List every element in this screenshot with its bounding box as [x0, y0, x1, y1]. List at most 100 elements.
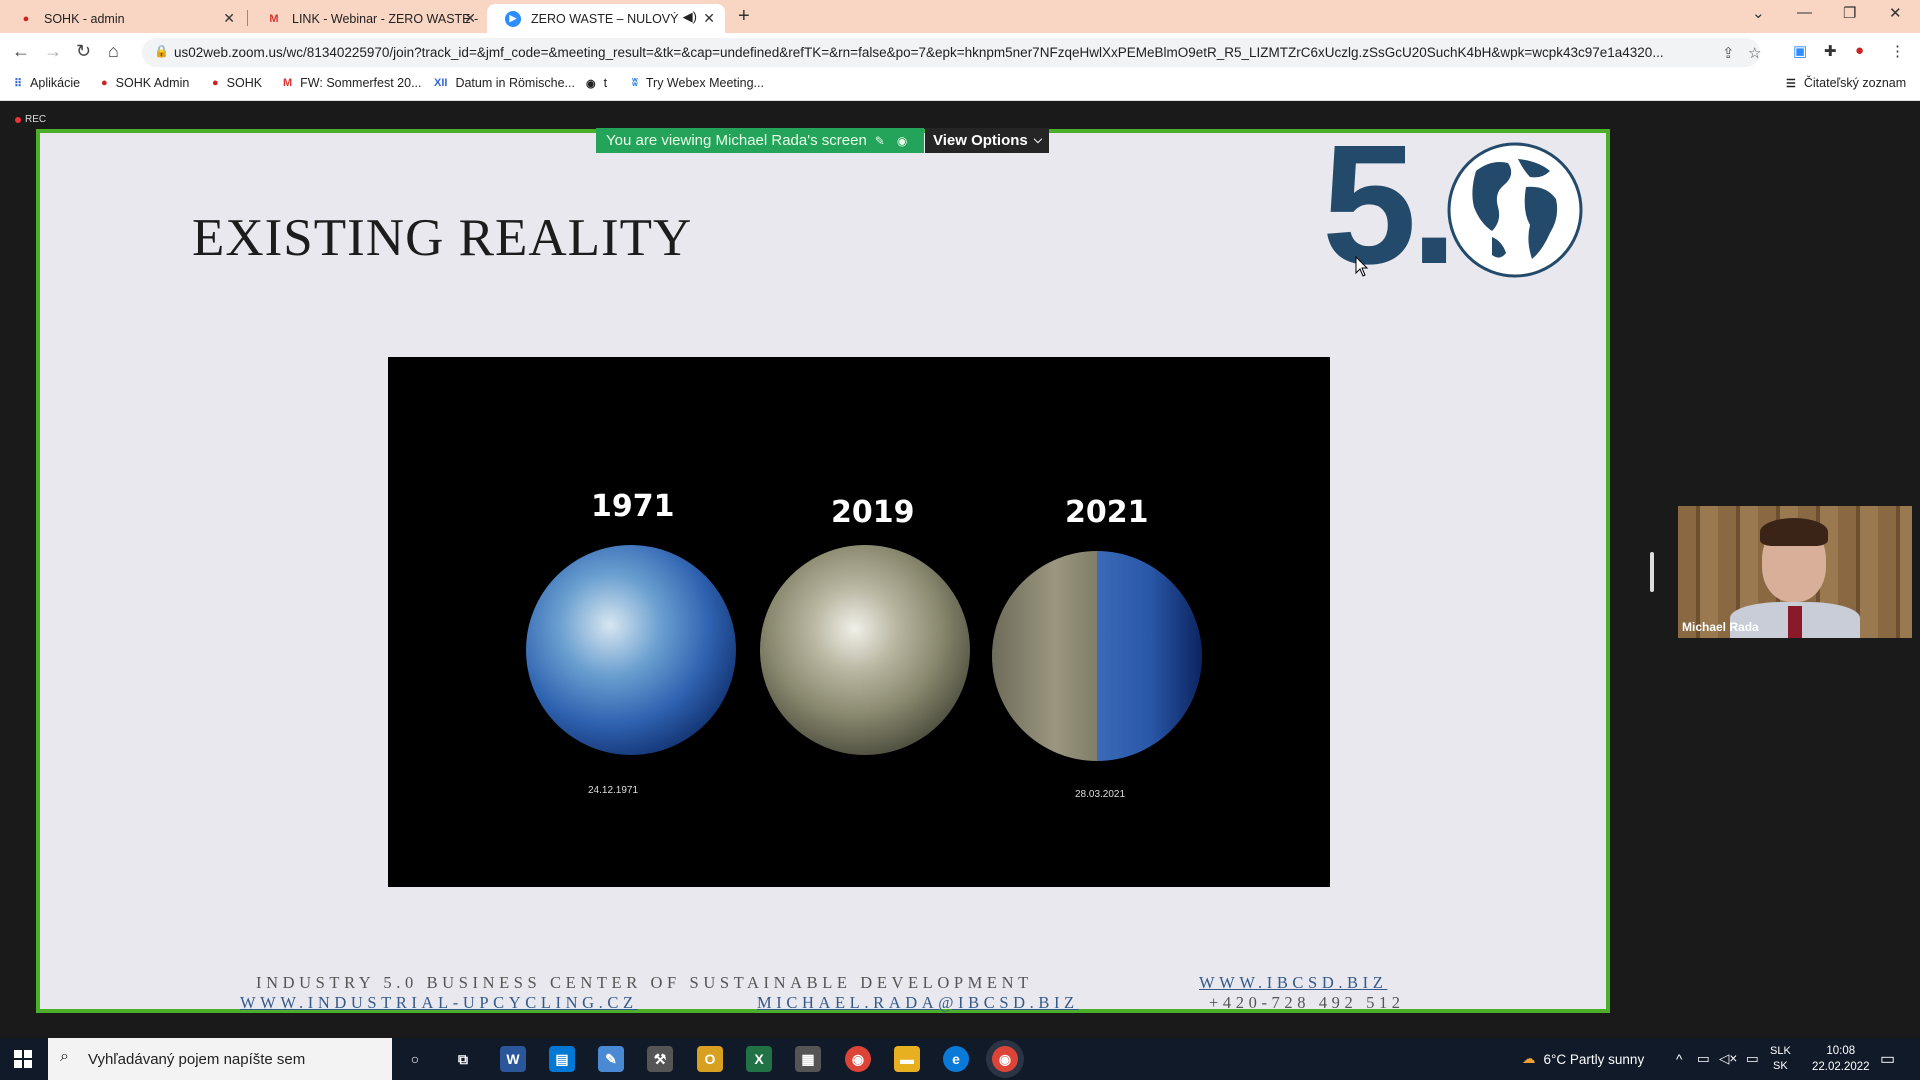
view-options-button[interactable]: View Options ⌵ — [925, 128, 1049, 153]
earth-comparison-image: 1971 2019 2021 24.12.1971 28.03.2021 — [388, 357, 1330, 887]
taskbar-clock[interactable]: 10:08 22.02.2022 — [1812, 1043, 1870, 1075]
extensions-icon[interactable]: ✚ — [1824, 42, 1837, 60]
keyboard-label: SK — [1773, 1060, 1788, 1072]
back-button[interactable]: ← — [12, 41, 30, 62]
tab-zero-waste[interactable]: ▶ ZERO WASTE – NULOVÝ OD ◀) ✕ — [487, 4, 725, 33]
reading-list-icon: ☰ — [1786, 77, 1796, 90]
new-tab-button[interactable]: + — [738, 5, 750, 28]
home-button[interactable]: ⌂ — [108, 41, 119, 62]
chrome-active-icon[interactable]: ◉ — [992, 1046, 1018, 1072]
bookmark-label: SOHK Admin — [115, 76, 190, 90]
earth-1971-image — [526, 545, 736, 755]
footer-web-link[interactable]: WWW.IBCSD.BIZ — [1199, 973, 1387, 993]
close-icon[interactable]: ✕ — [223, 10, 235, 27]
participant-name: Michael Rada — [1682, 620, 1759, 634]
bookmark-t[interactable]: ◉ t — [586, 76, 607, 90]
tab-label: ZERO WASTE – NULOVÝ OD — [531, 11, 681, 26]
forward-button[interactable]: → — [44, 41, 62, 62]
bookmark-label: Try Webex Meeting... — [645, 76, 764, 90]
tab-search-icon[interactable]: ⌄ — [1752, 4, 1765, 22]
bookmark-sohk[interactable]: ● SOHK — [212, 76, 262, 90]
meet-now-icon[interactable]: ▭ — [1697, 1038, 1710, 1080]
word-icon[interactable]: W — [500, 1046, 526, 1072]
earth-2021-image — [992, 551, 1202, 761]
zoom-extension-icon[interactable]: ▣ — [1793, 42, 1807, 60]
bookmark-label: Čitateľský zoznam — [1803, 76, 1907, 90]
screen-share-banner: You are viewing Michael Rada's screen ✎ … — [596, 128, 924, 153]
reload-button[interactable]: ↻ — [76, 41, 91, 62]
notifications-icon[interactable]: ▭ — [1880, 1038, 1895, 1080]
excel-icon[interactable]: X — [746, 1046, 772, 1072]
bookmark-webex[interactable]: ʬ Try Webex Meeting... — [632, 76, 764, 90]
year-label: 1971 — [591, 489, 675, 524]
tab-label: SOHK - admin — [44, 11, 125, 26]
webex-icon: ʬ — [632, 77, 638, 89]
close-window-button[interactable]: ✕ — [1889, 4, 1902, 22]
tab-link-webinar[interactable]: M LINK - Webinar - ZERO WASTE - ✕ — [248, 4, 486, 33]
footer-email-link[interactable]: MICHAEL.RADA@IBCSD.BIZ — [757, 993, 1079, 1013]
participant-hair — [1760, 518, 1828, 546]
lock-icon[interactable]: 🔒 — [154, 44, 169, 58]
footer-web2-link[interactable]: WWW.INDUSTRIAL-UPCYCLING.CZ — [240, 993, 638, 1013]
speaker-icon[interactable]: ◀) — [683, 9, 697, 25]
globe-icon: ◉ — [586, 77, 596, 90]
date-label: 28.03.2021 — [1075, 789, 1126, 800]
network-icon[interactable]: ▭ — [1746, 1038, 1759, 1080]
chrome-icon[interactable]: ◉ — [845, 1046, 871, 1072]
windows-start-icon[interactable] — [14, 1050, 32, 1068]
gallery-resize-handle[interactable] — [1650, 552, 1654, 592]
zoom-favicon: ▶ — [505, 10, 521, 27]
tray-chevron-icon[interactable]: ^ — [1676, 1038, 1682, 1080]
gmail-icon: M — [283, 77, 293, 89]
restore-button[interactable]: ❐ — [1843, 4, 1856, 22]
taskbar-search-input[interactable]: ⌕ Vyhľadávaný pojem napíšte sem — [48, 1038, 392, 1080]
gmail-favicon: M — [269, 12, 279, 25]
bookmarks-bar: ⠿ Aplikácie ● SOHK Admin ● SOHK M FW: So… — [0, 71, 1920, 101]
outlook-icon[interactable]: O — [697, 1046, 723, 1072]
reading-list[interactable]: ☰ Čitateľský zoznam — [1786, 76, 1906, 90]
close-icon[interactable]: ✕ — [703, 10, 715, 27]
logo-globe-icon — [1447, 142, 1583, 278]
slide-title: EXISTING REALITY — [192, 209, 693, 267]
minimize-button[interactable]: — — [1797, 4, 1812, 21]
year-label: 2019 — [831, 495, 915, 530]
clock-date: 22.02.2022 — [1812, 1061, 1870, 1073]
bookmark-sommerfest[interactable]: M FW: Sommerfest 20... — [283, 76, 422, 90]
rec-label: REC — [25, 114, 47, 125]
bookmark-datum[interactable]: XII Datum in Römische... — [434, 76, 575, 90]
notes-icon[interactable]: ✎ — [598, 1046, 624, 1072]
bookmark-sohk-admin[interactable]: ● SOHK Admin — [101, 76, 189, 90]
address-bar[interactable]: 🔒 us02web.zoom.us/wc/81340225970/join?tr… — [142, 38, 1761, 67]
apps-bookmark[interactable]: ⠿ Aplikácie — [14, 76, 80, 90]
year-label: 2021 — [1065, 495, 1149, 530]
file-explorer-icon[interactable]: ▬ — [894, 1046, 920, 1072]
participant-video[interactable]: Michael Rada — [1678, 506, 1912, 638]
volume-muted-icon[interactable]: ◁× — [1719, 1038, 1737, 1080]
tab-sohk-admin[interactable]: ● SOHK - admin ✕ — [0, 4, 245, 33]
participant-tie — [1788, 606, 1802, 638]
share-icon[interactable]: ⇪ — [1722, 44, 1735, 62]
tools-icon[interactable]: ⚒ — [647, 1046, 673, 1072]
url-text[interactable]: us02web.zoom.us/wc/81340225970/join?trac… — [174, 45, 1704, 60]
store-icon[interactable]: ▤ — [549, 1046, 575, 1072]
close-icon[interactable]: ✕ — [464, 10, 476, 27]
bookmark-star-icon[interactable]: ☆ — [1748, 44, 1761, 62]
language-indicator[interactable]: SLK SK — [1770, 1038, 1791, 1080]
weather-widget[interactable]: ☁ 6°C Partly sunny — [1522, 1038, 1644, 1080]
bookmark-label: t — [603, 76, 608, 90]
sohk-icon: ● — [212, 77, 219, 89]
menu-icon[interactable]: ⋮ — [1890, 42, 1905, 60]
windows-taskbar: ⌕ Vyhľadávaný pojem napíšte sem ○ ⧉ W ▤ … — [0, 1038, 1920, 1080]
calculator-icon[interactable]: ▦ — [795, 1046, 821, 1072]
edge-icon[interactable]: e — [943, 1046, 969, 1072]
cortana-icon[interactable]: ○ — [402, 1046, 428, 1072]
banner-text: You are viewing Michael Rada's screen — [606, 132, 867, 149]
task-view-icon[interactable]: ⧉ — [450, 1046, 476, 1072]
clock-time: 10:08 — [1826, 1045, 1856, 1057]
browser-toolbar: ← → ↻ ⌂ 🔒 us02web.zoom.us/wc/81340225970… — [0, 33, 1920, 71]
profile-icon[interactable]: ● — [1855, 42, 1864, 59]
record-dot-icon — [15, 116, 21, 123]
record-icon[interactable]: ◉ — [897, 134, 907, 148]
sohk-icon: ● — [101, 77, 108, 89]
annotate-icon[interactable]: ✎ — [875, 134, 885, 148]
